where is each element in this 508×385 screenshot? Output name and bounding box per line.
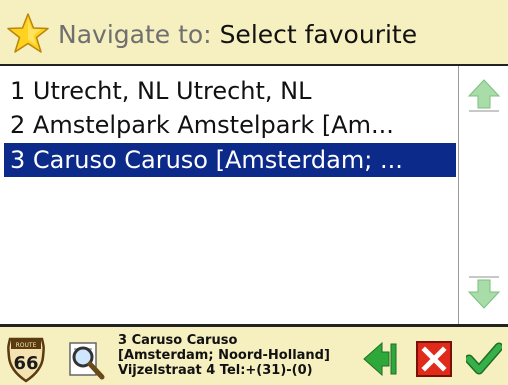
arrow-up-icon[interactable] [467, 78, 501, 112]
back-arrow-icon[interactable] [362, 341, 398, 377]
route-66-icon[interactable]: ROUTE 66 [6, 335, 46, 383]
star-icon [7, 13, 49, 53]
scrollbar[interactable] [458, 66, 508, 324]
list-item[interactable]: 1 Utrecht, NL Utrecht, NL [4, 74, 456, 108]
list-item[interactable]: 2 Amstelpark Amstelpark [Am... [4, 108, 456, 142]
info-line-address: Vijzelstraat 4 Tel:+(31)-(0) [118, 363, 313, 378]
title-prefix: Navigate to: [58, 20, 212, 49]
arrow-down-icon[interactable] [467, 276, 501, 310]
selected-favourite-info: 3 Caruso Caruso [Amsterdam; Noord-Hollan… [118, 333, 358, 385]
info-line-name: 3 Caruso Caruso [118, 333, 238, 348]
title-value: Select favourite [219, 20, 418, 49]
page-title: Navigate to: Select favourite [58, 20, 417, 50]
favourites-list: 1 Utrecht, NL Utrecht, NL 2 Amstelpark A… [0, 66, 458, 324]
info-line-region: [Amsterdam; Noord-Holland] [118, 348, 330, 363]
header-bar: Navigate to: Select favourite [0, 0, 508, 66]
list-item-selected[interactable]: 3 Caruso Caruso [Amsterdam; ... [4, 143, 456, 177]
route-badge-top: ROUTE [16, 342, 37, 349]
confirm-check-icon[interactable] [466, 341, 502, 377]
footer-bar: ROUTE 66 3 Caruso Caruso [Amsterdam; Noo… [0, 324, 508, 385]
magnifier-icon[interactable] [66, 339, 106, 381]
cancel-x-icon[interactable] [416, 341, 452, 377]
route-badge-number: 66 [13, 353, 38, 374]
